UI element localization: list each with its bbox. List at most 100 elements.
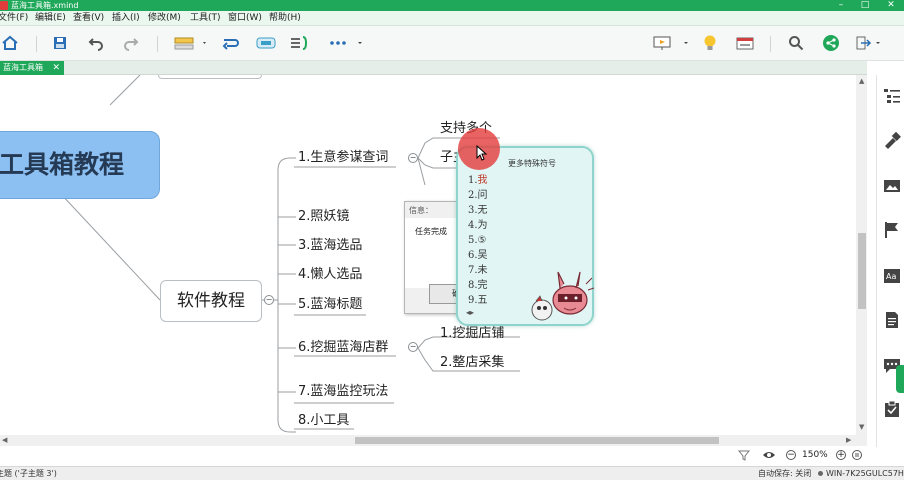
mouse-cursor-icon [476, 145, 488, 161]
scroll-down-arrow-icon[interactable]: ▼ [859, 423, 864, 431]
status-bar: 主题 ('子主题 3') 自动保存: 关闭 WIN-7K25GULC57H [0, 466, 904, 480]
symbol-char: 吴 [477, 250, 488, 261]
special-symbols-popup: 更多特殊符号 1.我 2.问 3.无 4.为 5.⑤ 6.吴 7.未 8.完 9… [456, 146, 594, 326]
child-topic-shop-collect[interactable]: 2.整店采集 [440, 355, 504, 371]
redo-icon[interactable] [121, 32, 141, 54]
menu-insert[interactable]: 插入(I) [112, 11, 140, 26]
summary-icon[interactable] [288, 32, 312, 54]
document-tab-strip: 蓝海工具箱 ✕ [0, 61, 867, 75]
zoom-out-button[interactable]: − [786, 450, 796, 460]
subtopic-4[interactable]: 4.懒人选品 [298, 267, 362, 283]
main-topic-software[interactable]: 软件教程 [160, 280, 262, 322]
symbol-num: 9. [468, 295, 478, 306]
subtopic-2[interactable]: 2.照妖镜 [298, 209, 349, 225]
collapse-toggle-subtopic-1[interactable]: − [408, 153, 418, 163]
panel-icon[interactable] [734, 32, 756, 54]
scroll-up-arrow-icon[interactable]: ▲ [859, 77, 864, 85]
relationship-icon[interactable] [220, 32, 242, 54]
fit-map-icon[interactable] [852, 450, 862, 460]
menu-help[interactable]: 帮助(H) [269, 11, 301, 26]
popup-title: 更多特殊符号 [508, 159, 556, 168]
subtopic-8[interactable]: 8.小工具 [298, 413, 349, 429]
subtopic-7[interactable]: 7.蓝海监控玩法 [298, 384, 388, 400]
maximize-button[interactable]: □ [852, 0, 878, 11]
symbol-item[interactable]: 8.完 [468, 280, 488, 292]
minimize-button[interactable]: – [828, 0, 854, 11]
symbol-num: 8. [468, 280, 478, 291]
scroll-left-arrow-icon[interactable]: ◀ [2, 436, 7, 444]
symbol-item[interactable]: 9.五 [468, 295, 488, 307]
presentation-icon[interactable] [650, 32, 692, 54]
menu-tools[interactable]: 工具(T) [190, 11, 221, 26]
zoom-level[interactable]: 150% [802, 446, 828, 464]
central-topic[interactable]: 工具箱教程 [0, 131, 160, 199]
symbol-char: 问 [477, 190, 488, 201]
collapse-toggle-main[interactable]: − [264, 295, 274, 305]
menu-file[interactable]: 文件(F) [0, 11, 28, 26]
menu-modify[interactable]: 修改(M) [148, 11, 181, 26]
symbol-item[interactable]: 3.无 [468, 205, 488, 217]
popup-page-nav[interactable]: ◂▸ [466, 308, 474, 317]
symbol-char: 五 [477, 295, 488, 306]
boundary-icon[interactable] [254, 32, 278, 54]
home-icon[interactable] [0, 32, 20, 54]
symbol-num: 5. [468, 235, 478, 246]
share-icon[interactable] [820, 32, 842, 54]
export-icon[interactable] [854, 32, 884, 54]
symbol-char: 无 [477, 205, 488, 216]
tab-close-icon[interactable]: ✕ [52, 61, 60, 75]
symbol-item[interactable]: 4.为 [468, 220, 488, 232]
undo-icon[interactable] [86, 32, 106, 54]
child-topic-dig-shop[interactable]: 1.挖掘店铺 [440, 326, 504, 342]
more-icon[interactable] [326, 32, 366, 54]
eye-icon[interactable] [762, 450, 776, 460]
right-panel-collapse-tab[interactable] [896, 365, 904, 393]
menu-view[interactable]: 查看(V) [73, 11, 104, 26]
filter-icon[interactable] [738, 450, 750, 461]
subtopic-3[interactable]: 3.蓝海选品 [298, 238, 362, 254]
topic-box-partial[interactable] [158, 75, 262, 79]
notes-icon[interactable] [883, 311, 901, 329]
document-tab-label: 蓝海工具箱 [3, 63, 43, 72]
status-selected-topic: 主题 ('子主题 3') [0, 469, 57, 478]
search-icon[interactable] [786, 32, 806, 54]
menu-edit[interactable]: 编辑(E) [35, 11, 66, 26]
symbol-char: 完 [477, 280, 488, 291]
symbol-item[interactable]: 6.吴 [468, 250, 488, 262]
mindmap-canvas[interactable]: 工具箱教程 软件教程 − 1.生意参谋查词 − 2.照妖镜 3.蓝海选品 4.懒… [0, 75, 856, 435]
status-machine-name: WIN-7K25GULC57H [826, 469, 904, 478]
dialog-message: 任务完成 [415, 227, 447, 236]
dialog-title: 信息： [409, 206, 433, 215]
symbol-num: 1. [468, 175, 478, 186]
status-dot-icon [818, 471, 823, 476]
outline-icon[interactable] [883, 87, 901, 105]
subtopic-1[interactable]: 1.生意参谋查词 [298, 150, 388, 166]
flag-icon[interactable] [883, 221, 901, 239]
symbol-char: 为 [477, 220, 488, 231]
status-autosave[interactable]: 自动保存: 关闭 [758, 467, 811, 480]
symbol-item[interactable]: 2.问 [468, 190, 488, 202]
subtopic-5[interactable]: 5.蓝海标题 [298, 297, 362, 313]
horizontal-scrollbar[interactable]: ◀ ▶ [0, 435, 867, 446]
topic-style-icon[interactable] [172, 32, 208, 54]
subtopic-6[interactable]: 6.挖掘蓝海店群 [298, 340, 388, 356]
task-icon[interactable] [883, 400, 901, 418]
idea-icon[interactable] [700, 32, 720, 54]
close-button[interactable]: ✕ [878, 0, 904, 11]
collapse-toggle-subtopic-6[interactable]: − [408, 342, 418, 352]
symbol-item[interactable]: 5.⑤ [468, 235, 487, 247]
symbol-item[interactable]: 7.未 [468, 265, 488, 277]
vertical-scrollbar[interactable]: ▲ ▼ [856, 75, 867, 435]
image-icon[interactable] [883, 177, 901, 195]
vertical-scroll-thumb[interactable] [858, 233, 866, 309]
menu-window[interactable]: 窗口(W) [228, 11, 262, 26]
format-brush-icon[interactable] [883, 132, 901, 150]
horizontal-scroll-thumb[interactable] [355, 437, 719, 444]
scroll-right-arrow-icon[interactable]: ▶ [846, 436, 851, 444]
symbol-num: 7. [468, 265, 478, 276]
save-icon[interactable] [50, 32, 70, 54]
text-style-icon[interactable]: Aa [883, 267, 901, 285]
document-tab[interactable]: 蓝海工具箱 ✕ [0, 61, 64, 75]
zoom-in-button[interactable]: + [836, 450, 846, 460]
symbol-item[interactable]: 1.我 [468, 175, 488, 187]
